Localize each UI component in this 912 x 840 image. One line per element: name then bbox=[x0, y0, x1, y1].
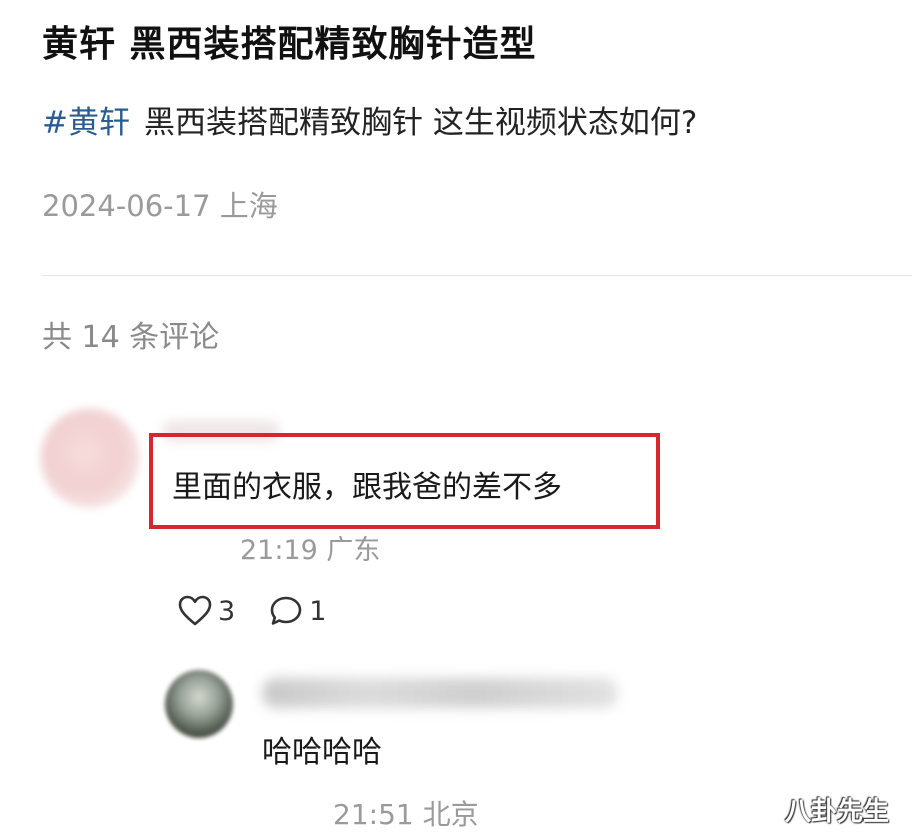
reply-count: 1 bbox=[309, 595, 327, 627]
post-date-location: 2024-06-17 上海 bbox=[42, 189, 278, 223]
commenter-avatar[interactable] bbox=[40, 408, 140, 508]
comment-count-header: 共 14 条评论 bbox=[42, 320, 220, 355]
replier-name-blurred[interactable] bbox=[262, 678, 618, 708]
heart-outline-icon bbox=[178, 595, 212, 627]
hashtag-link[interactable]: #黄轩 bbox=[42, 105, 130, 141]
comment-time-location: 21:19 广东 bbox=[240, 535, 381, 566]
post-body-text: 黑西装搭配精致胸针 这生视频状态如何? bbox=[143, 105, 698, 141]
post-title: 黄轩 黑西装搭配精致胸针造型 bbox=[42, 24, 537, 65]
like-button[interactable]: 3 bbox=[178, 595, 269, 627]
reply-text: 哈哈哈哈 bbox=[262, 735, 382, 770]
reply-time-location: 21:51 北京 bbox=[333, 798, 479, 831]
divider bbox=[42, 275, 912, 276]
post-body: #黄轩 黑西装搭配精致胸针 这生视频状态如何? bbox=[42, 100, 697, 146]
post-detail-page: 黄轩 黑西装搭配精致胸针造型 #黄轩 黑西装搭配精致胸针 这生视频状态如何? 20… bbox=[0, 0, 912, 840]
replier-avatar[interactable] bbox=[165, 670, 233, 738]
highlight-box bbox=[149, 433, 660, 529]
comment-actions: 3 1 bbox=[178, 593, 326, 629]
watermark: 八卦先生 bbox=[785, 797, 890, 827]
reply-button[interactable]: 1 bbox=[269, 595, 326, 627]
speech-bubble-icon bbox=[269, 595, 303, 627]
like-count: 3 bbox=[218, 595, 236, 627]
